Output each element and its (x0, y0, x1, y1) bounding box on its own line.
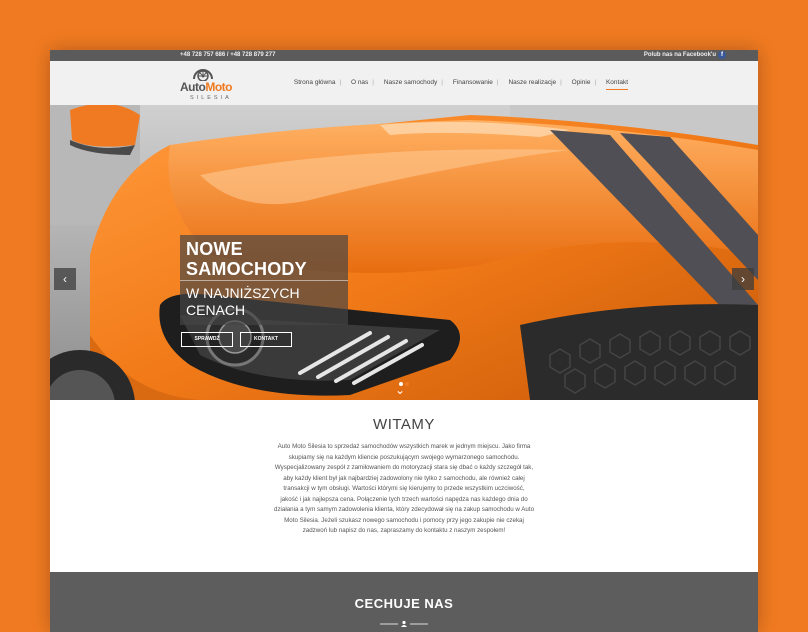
hero-car-image (50, 105, 758, 400)
hero-slider: NOWE SAMOCHODY W NAJNIŻSZYCH CENACH SPRA… (50, 105, 758, 400)
nav-item-contact[interactable]: Kontakt (605, 79, 628, 90)
contact-button[interactable]: KONTAKT (240, 332, 292, 347)
nav-item-reviews[interactable]: Opinie (572, 79, 591, 86)
wheel-logo-icon (193, 69, 213, 81)
hero-title: NOWE SAMOCHODY (186, 239, 307, 279)
welcome-heading: WITAMY (373, 416, 435, 433)
nav-item-about[interactable]: O nas (351, 79, 368, 86)
user-divider-icon (380, 620, 428, 627)
nav-item-projects[interactable]: Nasze realizacje (508, 79, 556, 86)
nav-item-cars[interactable]: Nasze samochody (384, 79, 437, 86)
facebook-link[interactable]: Polub nas na Facebook'u (644, 52, 716, 58)
top-bar: +48 728 757 686 / +48 728 879 277 Polub … (50, 50, 758, 61)
slider-dot-active[interactable] (405, 382, 409, 386)
scroll-down-icon[interactable]: ⌄ (395, 383, 405, 397)
features-heading: CECHUJE NAS (354, 596, 454, 611)
facebook-icon[interactable]: f (718, 51, 726, 59)
hero-caption: NOWE SAMOCHODY W NAJNIŻSZYCH CENACH (180, 235, 348, 325)
main-navigation: Strona główna | O nas | Nasze samochody | F… (286, 79, 628, 90)
check-button[interactable]: SPRAWDŹ (181, 332, 233, 347)
site-header: AutoMoto SILESIA Strona główna | O nas | N… (50, 61, 758, 105)
nav-item-financing[interactable]: Finansowanie (453, 79, 493, 86)
welcome-section: WITAMY Auto Moto Silesia to sprzedaż sam… (50, 400, 758, 572)
welcome-text: Auto Moto Silesia to sprzedaż samochodów… (274, 443, 535, 534)
nav-item-home[interactable]: Strona główna (294, 79, 336, 86)
phone-numbers[interactable]: +48 728 757 686 / +48 728 879 277 (180, 52, 275, 58)
logo-text: AutoMoto (180, 80, 232, 94)
logo-subtitle: SILESIA (190, 95, 232, 101)
next-slide-icon[interactable]: › (732, 268, 754, 290)
prev-slide-icon[interactable]: ‹ (54, 268, 76, 290)
website-frame: +48 728 757 686 / +48 728 879 277 Polub … (50, 50, 758, 632)
features-section: CECHUJE NAS (50, 572, 758, 632)
logo[interactable]: AutoMoto SILESIA (178, 65, 238, 101)
hero-subtitle: W NAJNIŻSZYCH CENACH (186, 285, 300, 318)
